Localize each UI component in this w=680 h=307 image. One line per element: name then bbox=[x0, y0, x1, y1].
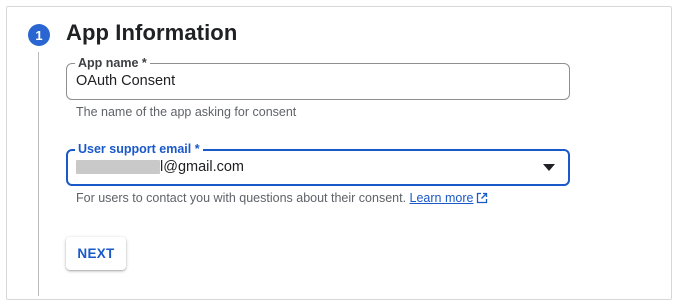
user-support-email-value[interactable]: l@gmail.com bbox=[76, 159, 244, 175]
learn-more-label: Learn more bbox=[409, 191, 474, 205]
step-number-badge: 1 bbox=[28, 24, 50, 46]
user-support-email-label: User support email * bbox=[75, 142, 203, 156]
user-support-email-helper: For users to contact you with questions … bbox=[76, 191, 488, 205]
learn-more-link[interactable]: Learn more bbox=[410, 191, 489, 205]
step-title: App Information bbox=[66, 20, 238, 45]
next-button[interactable]: NEXT bbox=[66, 237, 126, 270]
user-support-email-select[interactable]: User support email * l@gmail.com bbox=[66, 142, 570, 186]
app-name-helper-text: The name of the app asking for consent bbox=[76, 105, 297, 119]
user-support-email-visible-text: l@gmail.com bbox=[160, 159, 245, 175]
open-in-new-icon bbox=[477, 192, 488, 204]
app-name-label: App name * bbox=[75, 56, 150, 70]
chevron-down-icon[interactable] bbox=[543, 164, 555, 171]
user-support-email-helper-text: For users to contact you with questions … bbox=[76, 191, 407, 205]
app-name-value[interactable]: OAuth Consent bbox=[76, 73, 175, 89]
step-connector-line bbox=[38, 52, 39, 296]
redacted-email-portion bbox=[76, 160, 160, 174]
app-name-field[interactable]: App name * OAuth Consent bbox=[66, 56, 570, 100]
